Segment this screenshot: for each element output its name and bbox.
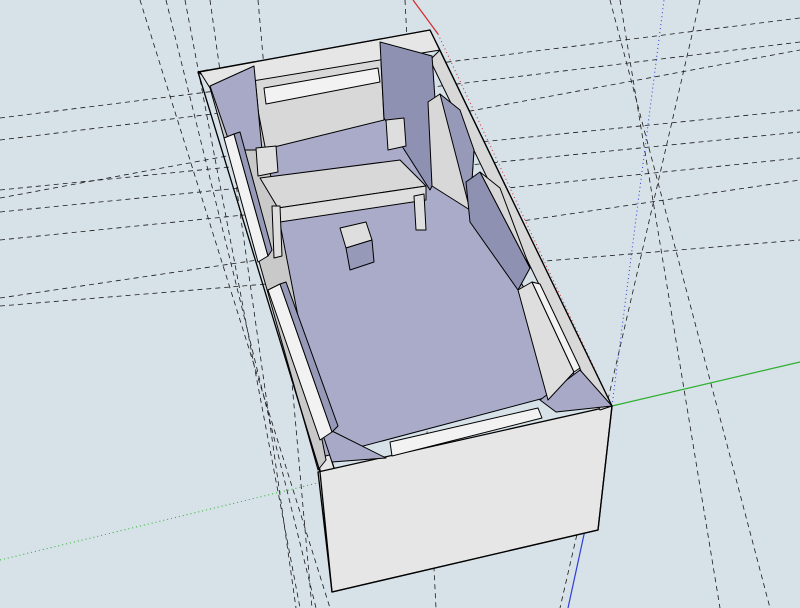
- red-axis: [412, 0, 439, 35]
- 3d-scene[interactable]: [0, 0, 800, 608]
- right-monitor-speaker: [385, 117, 407, 151]
- left-monitor-speaker: [255, 145, 279, 177]
- desk-left-leg: [271, 205, 283, 259]
- modeling-viewport[interactable]: [0, 0, 800, 608]
- green-axis-dotted: [0, 479, 331, 561]
- room-model[interactable]: [197, 29, 613, 593]
- desk-right-leg: [413, 193, 427, 231]
- green-axis: [611, 361, 800, 407]
- blue-axis-dotted: [611, 0, 665, 407]
